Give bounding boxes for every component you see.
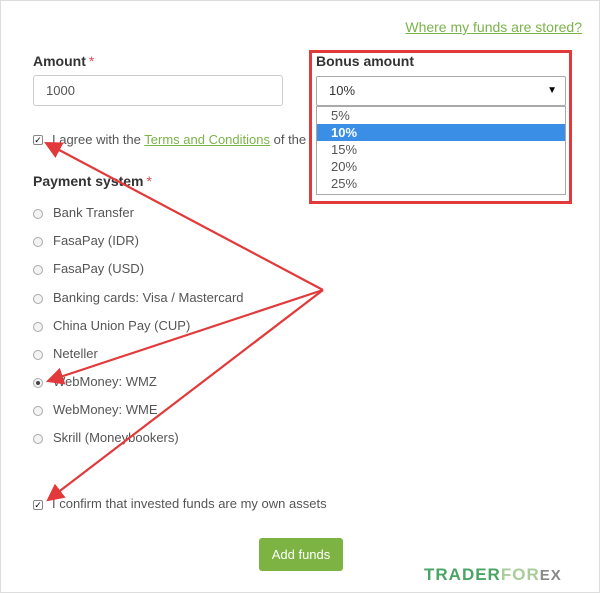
- annotation-arrows: [44, 141, 324, 502]
- logo-part: TRADER: [424, 565, 501, 584]
- logo-part: FOR: [500, 565, 540, 584]
- annotation-arrow: [45, 288, 324, 385]
- annotation-arrow: [44, 141, 324, 291]
- logo-part: EX: [539, 567, 562, 584]
- traderforex-watermark-logo: TRADERFOREX: [424, 565, 562, 585]
- annotation-arrow: [46, 289, 324, 502]
